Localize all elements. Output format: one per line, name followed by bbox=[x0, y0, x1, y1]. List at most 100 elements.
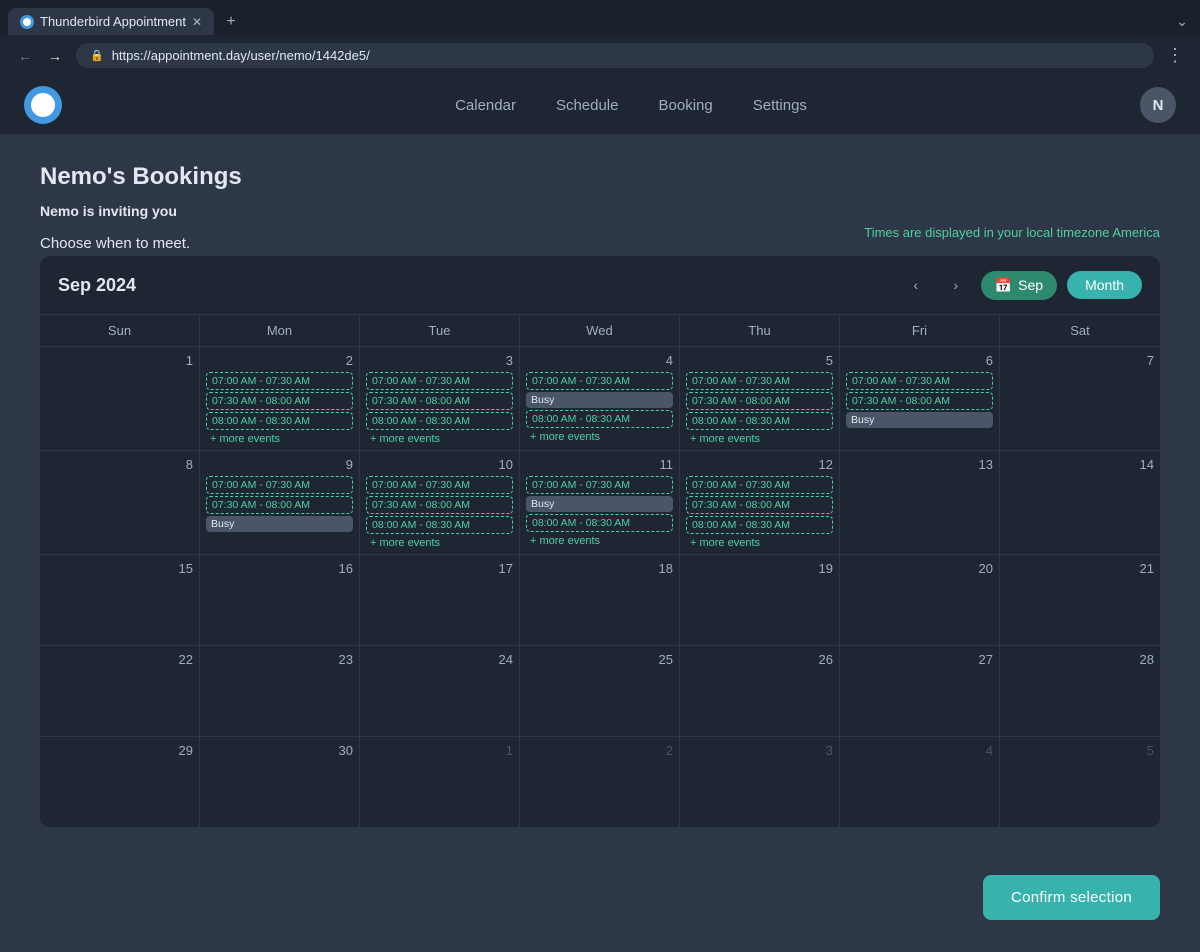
day-cell[interactable]: 29 bbox=[40, 737, 200, 827]
day-cell[interactable]: 19 bbox=[680, 555, 840, 645]
day-cell[interactable]: 4 bbox=[840, 737, 1000, 827]
day-cell[interactable]: 30 bbox=[200, 737, 360, 827]
day-number: 10 bbox=[366, 457, 513, 472]
available-event[interactable]: 08:00 AM - 08:30 AM bbox=[366, 412, 513, 430]
day-cell[interactable]: 507:00 AM - 07:30 AM07:30 AM - 08:00 AM0… bbox=[680, 347, 840, 450]
nav-schedule[interactable]: Schedule bbox=[556, 93, 619, 118]
url-text: https://appointment.day/user/nemo/1442de… bbox=[112, 48, 370, 63]
nav-calendar[interactable]: Calendar bbox=[455, 93, 516, 118]
busy-event: Busy bbox=[526, 496, 673, 512]
available-event[interactable]: 07:00 AM - 07:30 AM bbox=[366, 476, 513, 494]
back-button[interactable]: ← bbox=[12, 43, 38, 69]
day-cell[interactable]: 1 bbox=[360, 737, 520, 827]
available-event[interactable]: 07:00 AM - 07:30 AM bbox=[686, 476, 833, 494]
available-event[interactable]: 07:30 AM - 08:00 AM bbox=[686, 392, 833, 410]
tab-bar: Thunderbird Appointment ✕ + ⌄ bbox=[0, 0, 1200, 35]
nav-booking[interactable]: Booking bbox=[659, 93, 713, 118]
day-cell[interactable]: 407:00 AM - 07:30 AMBusy08:00 AM - 08:30… bbox=[520, 347, 680, 450]
day-cell[interactable]: 18 bbox=[520, 555, 680, 645]
available-event[interactable]: 08:00 AM - 08:30 AM bbox=[686, 412, 833, 430]
day-cell[interactable]: 11 07:00 AM - 07:30 AM Busy 08:00 AM - 08:3… bbox=[520, 451, 680, 554]
day-cell[interactable]: 22 bbox=[40, 646, 200, 736]
available-event[interactable]: 08:00 AM - 08:30 AM bbox=[206, 412, 353, 430]
available-event[interactable]: 07:30 AM - 08:00 AM bbox=[366, 496, 513, 514]
day-cell[interactable]: 207:00 AM - 07:30 AM07:30 AM - 08:00 AM0… bbox=[200, 347, 360, 450]
day-cell[interactable]: 16 bbox=[200, 555, 360, 645]
day-cell[interactable]: 24 bbox=[360, 646, 520, 736]
day-cell[interactable]: 1 bbox=[40, 347, 200, 450]
logo-inner bbox=[31, 93, 55, 117]
day-cell[interactable]: 1207:00 AM - 07:30 AM07:30 AM - 08:00 AM… bbox=[680, 451, 840, 554]
available-event[interactable]: 07:00 AM - 07:30 AM bbox=[526, 372, 673, 390]
browser-menu-button[interactable]: ⋮ bbox=[1162, 41, 1188, 70]
available-event[interactable]: 07:00 AM - 07:30 AM bbox=[366, 372, 513, 390]
week-row-0: 1207:00 AM - 07:30 AM07:30 AM - 08:00 AM… bbox=[40, 346, 1160, 450]
day-number: 16 bbox=[206, 561, 353, 576]
month-pill-button[interactable]: Month bbox=[1067, 271, 1142, 299]
available-event[interactable]: 08:00 AM - 08:30 AM bbox=[526, 514, 673, 532]
day-cell[interactable]: 15 bbox=[40, 555, 200, 645]
available-event[interactable]: 07:30 AM - 08:00 AM bbox=[686, 496, 833, 514]
more-events-link[interactable]: + more events bbox=[366, 432, 513, 446]
day-cell[interactable]: 7 bbox=[1000, 347, 1160, 450]
confirm-btn-area: Confirm selection bbox=[0, 855, 1200, 950]
available-event[interactable]: 08:00 AM - 08:30 AM bbox=[686, 516, 833, 534]
day-cell[interactable]: 28 bbox=[1000, 646, 1160, 736]
day-cell[interactable]: 27 bbox=[840, 646, 1000, 736]
week-row-1: 8907:00 AM - 07:30 AM07:30 AM - 08:00 AM… bbox=[40, 450, 1160, 554]
available-event[interactable]: 07:30 AM - 08:00 AM bbox=[206, 392, 353, 410]
new-tab-button[interactable]: + bbox=[218, 9, 244, 35]
day-cell[interactable]: 5 bbox=[1000, 737, 1160, 827]
more-events-link[interactable]: + more events bbox=[366, 536, 513, 550]
available-event[interactable]: 07:00 AM - 07:30 AM bbox=[526, 476, 673, 494]
available-event[interactable]: 08:00 AM - 08:30 AM bbox=[526, 410, 673, 428]
day-cell[interactable]: 607:00 AM - 07:30 AM07:30 AM - 08:00 AMB… bbox=[840, 347, 1000, 450]
day-cell[interactable]: 23 bbox=[200, 646, 360, 736]
day-cell[interactable]: 907:00 AM - 07:30 AM07:30 AM - 08:00 AMB… bbox=[200, 451, 360, 554]
available-event[interactable]: 07:00 AM - 07:30 AM bbox=[206, 476, 353, 494]
day-number: 11 bbox=[526, 457, 673, 472]
day-cell[interactable]: 3 bbox=[680, 737, 840, 827]
day-cell[interactable]: 13 bbox=[840, 451, 1000, 554]
day-cell[interactable]: 8 bbox=[40, 451, 200, 554]
calendar-header: Sep 2024 ‹ › 📅 Sep Month bbox=[40, 256, 1160, 314]
day-cell[interactable]: 17 bbox=[360, 555, 520, 645]
minimize-button[interactable]: ⌄ bbox=[1172, 9, 1192, 34]
day-cell[interactable]: 21 bbox=[1000, 555, 1160, 645]
avatar[interactable]: N bbox=[1140, 87, 1176, 123]
available-event[interactable]: 07:00 AM - 07:30 AM bbox=[686, 372, 833, 390]
available-event[interactable]: 07:30 AM - 08:00 AM bbox=[846, 392, 993, 410]
weeks: 1207:00 AM - 07:30 AM07:30 AM - 08:00 AM… bbox=[40, 346, 1160, 827]
browser-chrome: Thunderbird Appointment ✕ + ⌄ ← → 🔒 http… bbox=[0, 0, 1200, 76]
forward-button[interactable]: → bbox=[42, 43, 68, 69]
next-month-button[interactable]: › bbox=[941, 270, 971, 300]
tab-close-button[interactable]: ✕ bbox=[192, 15, 202, 29]
more-events-link[interactable]: + more events bbox=[206, 432, 353, 446]
available-event[interactable]: 07:30 AM - 08:00 AM bbox=[206, 496, 353, 514]
day-cell[interactable]: 20 bbox=[840, 555, 1000, 645]
day-cell[interactable]: 26 bbox=[680, 646, 840, 736]
sep-pill-button[interactable]: 📅 Sep bbox=[981, 271, 1057, 300]
available-event[interactable]: 07:00 AM - 07:30 AM bbox=[846, 372, 993, 390]
day-number: 6 bbox=[846, 353, 993, 368]
prev-month-button[interactable]: ‹ bbox=[901, 270, 931, 300]
url-bar[interactable]: 🔒 https://appointment.day/user/nemo/1442… bbox=[76, 43, 1154, 68]
day-number: 25 bbox=[526, 652, 673, 667]
available-event[interactable]: 07:30 AM - 08:00 AM bbox=[366, 392, 513, 410]
more-events-link[interactable]: + more events bbox=[526, 430, 673, 444]
day-cell[interactable]: 10 07:00 AM - 07:30 AM 07:30 AM - 08:00 AM… bbox=[360, 451, 520, 554]
day-cell[interactable]: 2 bbox=[520, 737, 680, 827]
calendar-grid: Sun Mon Tue Wed Thu Fri Sat 1207:00 AM -… bbox=[40, 314, 1160, 827]
available-event[interactable]: 07:00 AM - 07:30 AM bbox=[206, 372, 353, 390]
confirm-selection-button[interactable]: Confirm selection bbox=[983, 875, 1160, 920]
more-events-link[interactable]: + more events bbox=[686, 432, 833, 446]
more-events-link[interactable]: + more events bbox=[526, 534, 673, 548]
day-number: 18 bbox=[526, 561, 673, 576]
day-cell[interactable]: 25 bbox=[520, 646, 680, 736]
day-cell[interactable]: 307:00 AM - 07:30 AM07:30 AM - 08:00 AM0… bbox=[360, 347, 520, 450]
active-tab[interactable]: Thunderbird Appointment ✕ bbox=[8, 8, 214, 35]
nav-settings[interactable]: Settings bbox=[753, 93, 807, 118]
day-cell[interactable]: 14 bbox=[1000, 451, 1160, 554]
available-event[interactable]: 08:00 AM - 08:30 AM bbox=[366, 516, 513, 534]
more-events-link[interactable]: + more events bbox=[686, 536, 833, 550]
